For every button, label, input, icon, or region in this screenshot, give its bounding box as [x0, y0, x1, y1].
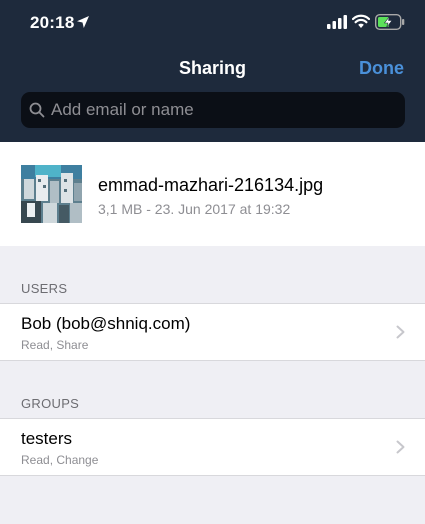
cellular-signal-icon	[327, 15, 347, 29]
chevron-right-icon	[396, 440, 405, 454]
file-metadata: 3,1 MB - 23. Jun 2017 at 19:32	[98, 201, 291, 217]
sharing-screen: 20:18 Sharing Done Add email or name emm…	[0, 0, 425, 524]
file-info-card: emmad-mazhari-216134.jpg 3,1 MB - 23. Ju…	[0, 142, 425, 246]
file-thumbnail[interactable]	[21, 165, 82, 223]
search-input[interactable]	[51, 92, 397, 128]
search-icon	[29, 102, 45, 118]
group-name: testers	[21, 429, 73, 448]
navigation-bar: Sharing Done	[0, 50, 425, 86]
header-area: 20:18 Sharing Done Add email or name	[0, 0, 425, 142]
group-row[interactable]: testers Read, Change	[0, 418, 425, 476]
wifi-icon	[352, 14, 370, 28]
thumbnail-image	[21, 165, 82, 223]
status-time: 20:18	[30, 13, 75, 32]
location-arrow-icon	[77, 16, 89, 28]
user-permissions: Read, Share	[21, 338, 89, 352]
users-section-header: USERS	[21, 281, 68, 296]
done-button[interactable]: Done	[359, 58, 404, 79]
user-name: Bob (bob@shniq.com)	[21, 314, 191, 333]
group-permissions: Read, Change	[21, 453, 99, 467]
file-name: emmad-mazhari-216134.jpg	[98, 175, 324, 195]
status-bar: 20:18	[0, 0, 425, 44]
search-field[interactable]	[21, 92, 405, 128]
battery-charging-icon	[375, 14, 405, 30]
user-row[interactable]: Bob (bob@shniq.com) Read, Share	[0, 303, 425, 361]
groups-section-header: GROUPS	[21, 396, 80, 411]
chevron-right-icon	[396, 325, 405, 339]
